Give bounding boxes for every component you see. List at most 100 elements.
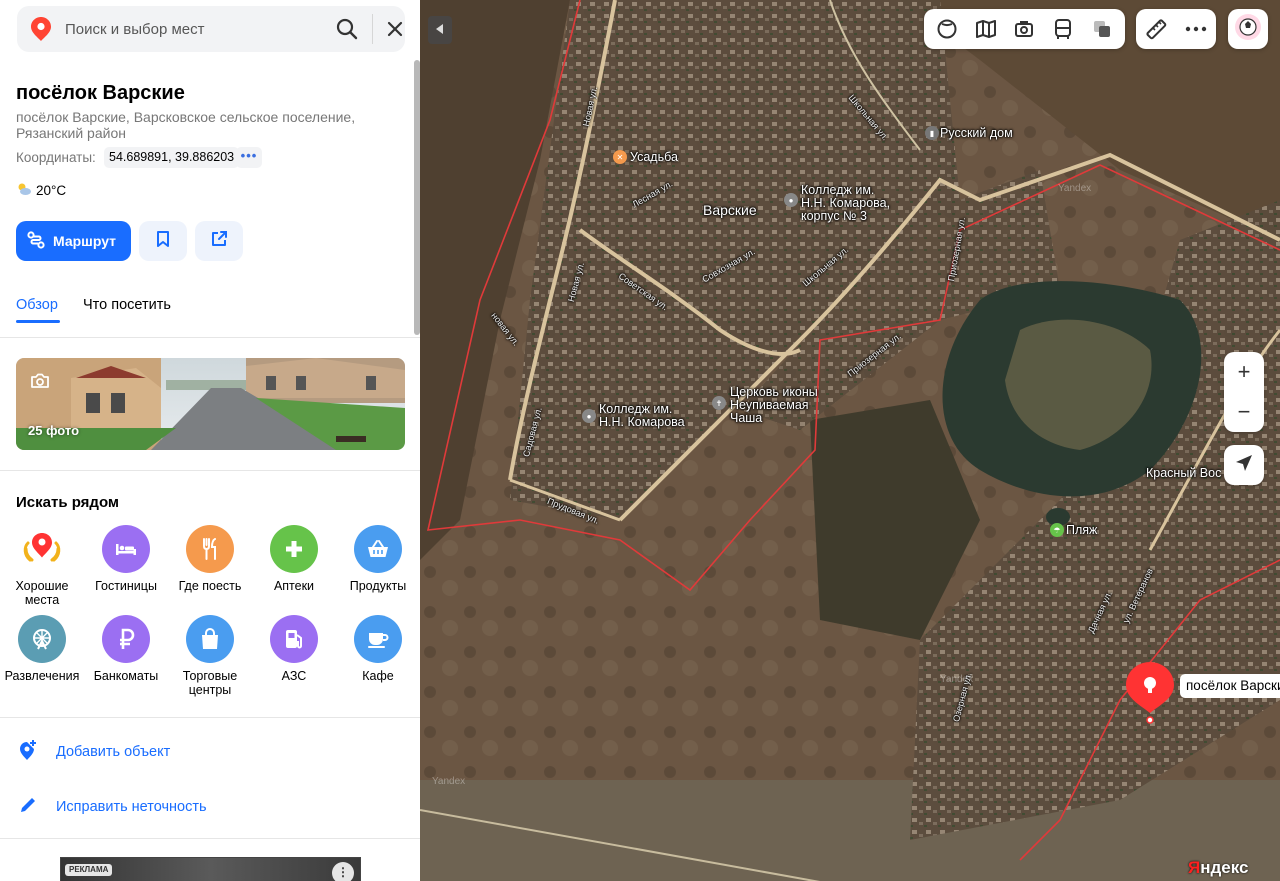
ad-label: РЕКЛАМА — [65, 864, 113, 876]
category-groceries[interactable]: Продукты — [336, 525, 420, 593]
coords-more-button[interactable]: ••• — [236, 147, 262, 168]
tab-active-indicator — [16, 320, 60, 323]
camera-layer-icon[interactable] — [1011, 16, 1037, 42]
map-poi-beach[interactable]: Пляж — [1066, 524, 1097, 537]
ad-banner[interactable]: РЕКЛАМА ⋮ — [60, 857, 361, 881]
yandex-watermark: Yandex — [1058, 183, 1092, 194]
photo-gallery[interactable]: 25 фото — [16, 358, 405, 450]
camera-icon — [30, 373, 50, 394]
layers-stack-icon[interactable] — [1089, 16, 1115, 42]
restaurant-pin-icon[interactable]: ✕ — [613, 150, 627, 164]
category-atm[interactable]: Банкоматы — [84, 615, 168, 683]
beach-pin-icon[interactable]: ☂ — [1050, 523, 1064, 537]
avatar-icon — [1234, 13, 1262, 46]
category-label: Хорошие места — [15, 579, 69, 607]
entertainment-icon — [18, 615, 66, 663]
divider — [0, 470, 420, 471]
collapse-panel-button[interactable] — [428, 16, 452, 44]
category-entertainment[interactable]: Развлечения — [0, 615, 84, 683]
zoom-in-button[interactable]: + — [1224, 352, 1264, 392]
share-button[interactable] — [195, 221, 243, 261]
category-food[interactable]: Где поесть — [168, 525, 252, 593]
more-icon[interactable] — [1183, 16, 1209, 42]
category-cafe[interactable]: Кафе — [336, 615, 420, 683]
panorama-icon[interactable] — [934, 16, 960, 42]
transit-icon[interactable] — [1050, 16, 1076, 42]
category-gas-station[interactable]: АЗС — [252, 615, 336, 683]
bookmark-icon — [155, 230, 171, 253]
atm-icon — [102, 615, 150, 663]
ruler-icon[interactable] — [1143, 16, 1169, 42]
weather-temp: 20°C — [36, 183, 67, 198]
category-good-places[interactable]: Хорошие места — [0, 525, 84, 607]
yandex-logo[interactable]: Яндекс — [1188, 858, 1248, 878]
category-label: Кафе — [362, 669, 394, 683]
map-layers-icon[interactable] — [973, 16, 999, 42]
tab-what-to-visit[interactable]: Что посетить — [83, 297, 171, 313]
map-settlement-varskie[interactable]: Варские — [703, 203, 757, 217]
nearby-title: Искать рядом — [16, 494, 120, 511]
college-pin-icon[interactable]: ● — [784, 193, 798, 207]
gas-station-icon — [270, 615, 318, 663]
groceries-icon — [354, 525, 402, 573]
fix-error-label: Исправить неточность — [56, 799, 207, 815]
satellite-map — [420, 0, 1280, 881]
building-icon: ▮ — [925, 126, 939, 140]
mall-icon — [186, 615, 234, 663]
college-pin-icon[interactable]: ● — [582, 409, 596, 423]
marker-label[interactable]: посёлок Варские — [1180, 674, 1280, 698]
photo-count: 25 фото — [28, 423, 80, 438]
map-view[interactable]: Русский дом ▮ ✕ Усадьба ● Колледж им. Н.… — [420, 0, 1280, 881]
my-location-button[interactable] — [1224, 445, 1264, 485]
church-pin-icon[interactable]: ✝ — [712, 396, 726, 410]
zoom-controls: + − — [1224, 352, 1264, 432]
search-bar[interactable] — [17, 6, 405, 52]
profile-avatar[interactable] — [1228, 9, 1268, 49]
map-pin-logo-icon — [31, 17, 51, 46]
map-settlement-krasny[interactable]: Красный Вос — [1146, 467, 1221, 480]
bookmark-button[interactable] — [139, 221, 187, 261]
close-icon[interactable] — [385, 19, 405, 39]
category-hotels[interactable]: Гостиницы — [84, 525, 168, 593]
category-label: Банкоматы — [93, 669, 159, 683]
category-label: Развлечения — [4, 669, 80, 683]
category-label: Торговые центры — [182, 669, 238, 697]
category-label: Аптеки — [273, 579, 315, 593]
good-places-icon — [18, 525, 66, 573]
divider — [0, 337, 420, 338]
fix-error-link[interactable]: Исправить неточность — [18, 795, 207, 819]
category-pharmacy[interactable]: Аптеки — [252, 525, 336, 593]
yandex-watermark: Yandex — [432, 776, 466, 787]
route-button[interactable]: Маршрут — [16, 221, 131, 261]
logo-rest: ндекс — [1200, 858, 1249, 877]
tab-overview[interactable]: Обзор — [16, 297, 58, 313]
zoom-out-button[interactable]: − — [1224, 392, 1264, 432]
add-location-icon — [18, 739, 38, 765]
route-icon — [26, 230, 46, 253]
divider — [0, 838, 420, 839]
category-label: Продукты — [349, 579, 407, 593]
ad-more-button[interactable]: ⋮ — [332, 862, 354, 881]
divider — [0, 717, 420, 718]
map-poi-church[interactable]: Церковь иконы Неупиваемая Чаша — [730, 386, 818, 425]
add-object-label: Добавить объект — [56, 744, 171, 760]
map-poi-college[interactable]: Колледж им. Н.Н. Комарова — [599, 403, 685, 429]
search-divider — [372, 14, 373, 44]
map-poi-russkiy-dom[interactable]: Русский дом — [940, 127, 1013, 140]
map-tools-toolbar — [1136, 9, 1216, 49]
food-icon — [186, 525, 234, 573]
pencil-icon — [18, 795, 38, 819]
cafe-icon — [354, 615, 402, 663]
coords-value[interactable]: 54.689891, 39.886203 — [104, 147, 240, 168]
pharmacy-icon — [270, 525, 318, 573]
search-input[interactable] — [65, 17, 315, 41]
category-malls[interactable]: Торговые центры — [168, 615, 252, 697]
coords-label: Координаты: — [16, 150, 96, 165]
add-object-link[interactable]: Добавить объект — [18, 739, 170, 765]
map-poi-usadba[interactable]: Усадьба — [630, 151, 678, 164]
map-poi-college-building-3[interactable]: Колледж им. Н.Н. Комарова, корпус № 3 — [801, 184, 890, 223]
search-icon[interactable] — [335, 17, 359, 41]
location-arrow-icon — [1234, 453, 1254, 478]
category-label: Гостиницы — [95, 579, 157, 593]
place-marker[interactable] — [1126, 662, 1174, 729]
